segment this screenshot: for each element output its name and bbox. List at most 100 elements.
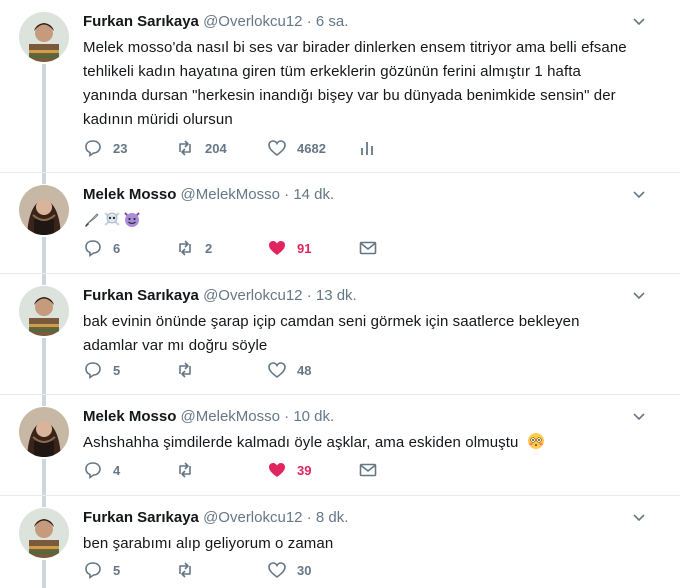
avatar-furkan[interactable] xyxy=(19,286,69,336)
display-name[interactable]: Furkan Sarıkaya xyxy=(83,509,199,526)
timestamp[interactable]: 8 dk. xyxy=(316,509,349,526)
tweet-text-line: kadının müridi olursun xyxy=(83,111,233,128)
reply-icon xyxy=(85,562,101,580)
username[interactable]: @Overlokcu12 xyxy=(203,13,302,30)
thread-connector-line xyxy=(42,496,46,507)
retweet-button[interactable]: 204 xyxy=(175,136,227,160)
display-name[interactable]: Furkan Sarıkaya xyxy=(83,13,199,30)
username[interactable]: @Overlokcu12 xyxy=(203,287,302,304)
reply-count: 5 xyxy=(113,562,121,578)
direct-message-button[interactable] xyxy=(358,236,378,260)
thread-connector-line xyxy=(42,338,46,394)
reply-icon xyxy=(85,362,101,380)
username[interactable]: @Overlokcu12 xyxy=(203,509,302,526)
like-button[interactable]: 4682 xyxy=(267,136,326,160)
thread-connector-line xyxy=(42,173,46,184)
like-button[interactable]: 39 xyxy=(267,458,311,482)
tweet-text: ben şarabımı alıp geliyorum o zaman xyxy=(83,532,653,556)
retweet-button[interactable]: 2 xyxy=(175,236,212,260)
reply-button[interactable]: 23 xyxy=(83,136,127,160)
avatar-melek[interactable] xyxy=(19,407,69,457)
tweet-4[interactable]: Melek Mosso @MelekMosso · 10 dk. Ashshah… xyxy=(0,395,680,495)
retweet-icon xyxy=(179,240,191,256)
tweet-actions: 5 48 xyxy=(83,358,503,382)
retweet-count: 204 xyxy=(205,140,227,156)
timestamp[interactable]: 13 dk. xyxy=(316,287,357,304)
tweet-text-line: yanında dursan "herkesin inandığı bişey … xyxy=(83,87,616,104)
heart-icon xyxy=(268,562,286,579)
username[interactable]: @MelekMosso xyxy=(181,408,280,425)
retweet-count: 2 xyxy=(205,240,213,256)
tweet-actions: 6 2 91 xyxy=(83,236,503,260)
chevron-down-icon[interactable] xyxy=(632,510,646,524)
tweet-text-line: tehlikeli kadın hayatına giren tüm erkek… xyxy=(83,63,581,80)
tweet-text xyxy=(83,209,653,233)
retweet-button[interactable] xyxy=(175,358,195,382)
reply-count: 4 xyxy=(113,462,121,478)
thread-connector-line xyxy=(42,237,46,273)
analytics-icon xyxy=(361,142,373,155)
tweet-3[interactable]: Furkan Sarıkaya @Overlokcu12 · 13 dk. ba… xyxy=(0,274,680,394)
smiling-imp-emoji xyxy=(124,212,140,227)
separator-dot: · xyxy=(284,408,290,425)
reply-button[interactable]: 5 xyxy=(83,558,120,582)
thread-connector-line xyxy=(42,274,46,285)
tweet-text: Ashshahha şimdilerde kalmadı öyle aşklar… xyxy=(83,431,653,455)
conversation-thread: Furkan Sarıkaya @Overlokcu12 · 6 sa. Mel… xyxy=(0,0,680,588)
display-name[interactable]: Furkan Sarıkaya xyxy=(83,287,199,304)
flushed-face-emoji xyxy=(527,433,544,449)
reply-button[interactable]: 4 xyxy=(83,458,120,482)
thread-connector-line xyxy=(42,459,46,495)
avatar-melek[interactable] xyxy=(19,185,69,235)
tweet-text: bak evinin önünde şarap içip camdan seni… xyxy=(83,310,653,358)
timestamp[interactable]: 6 sa. xyxy=(316,13,349,30)
thread-connector-line xyxy=(42,395,46,406)
tweet-1[interactable]: Furkan Sarıkaya @Overlokcu12 · 6 sa. Mel… xyxy=(0,0,680,172)
timestamp[interactable]: 14 dk. xyxy=(293,186,334,203)
chevron-down-icon[interactable] xyxy=(632,14,646,28)
like-button[interactable]: 48 xyxy=(267,358,311,382)
skull-crossbones-emoji xyxy=(104,212,120,226)
chevron-down-icon[interactable] xyxy=(632,187,646,201)
analytics-button[interactable] xyxy=(358,136,378,160)
chevron-down-icon[interactable] xyxy=(632,409,646,423)
tweet-actions: 23 204 4682 xyxy=(83,136,503,160)
username[interactable]: @MelekMosso xyxy=(181,186,280,203)
direct-message-button[interactable] xyxy=(358,458,378,482)
thread-connector-line xyxy=(42,560,46,588)
heart-icon xyxy=(268,362,286,379)
display-name[interactable]: Melek Mosso xyxy=(83,408,176,425)
envelope-icon xyxy=(359,463,377,477)
avatar-furkan[interactable] xyxy=(19,508,69,558)
tweet-header: Furkan Sarıkaya @Overlokcu12 · 6 sa. xyxy=(83,12,640,32)
retweet-button[interactable] xyxy=(175,558,195,582)
retweet-button[interactable] xyxy=(175,458,195,482)
retweet-icon xyxy=(179,462,191,478)
tweet-header: Furkan Sarıkaya @Overlokcu12 · 8 dk. xyxy=(83,508,640,528)
envelope-icon xyxy=(359,241,377,255)
avatar-furkan[interactable] xyxy=(19,12,69,62)
reply-icon xyxy=(85,462,101,480)
reply-button[interactable]: 5 xyxy=(83,358,120,382)
display-name[interactable]: Melek Mosso xyxy=(83,186,176,203)
retweet-icon xyxy=(179,362,191,378)
tweet-text-line: ben şarabımı alıp geliyorum o zaman xyxy=(83,535,334,552)
separator-dot: · xyxy=(306,509,312,526)
like-count: 30 xyxy=(297,562,312,578)
tweet-text-line: adamlar var mı doğru söyle xyxy=(83,337,268,354)
tweet-2[interactable]: Melek Mosso @MelekMosso · 14 dk. 6 2 91 xyxy=(0,173,680,273)
like-button[interactable]: 30 xyxy=(267,558,311,582)
timestamp[interactable]: 10 dk. xyxy=(293,408,334,425)
reply-count: 23 xyxy=(113,140,128,156)
reply-button[interactable]: 6 xyxy=(83,236,120,260)
tweet-5[interactable]: Furkan Sarıkaya @Overlokcu12 · 8 dk. ben… xyxy=(0,496,680,588)
tweet-actions: 4 39 xyxy=(83,458,503,482)
like-count: 39 xyxy=(297,462,312,478)
like-count: 4682 xyxy=(297,140,326,156)
tweet-text: Melek mosso'da nasıl bi ses var birader … xyxy=(83,36,653,132)
retweet-icon xyxy=(179,140,191,156)
like-button[interactable]: 91 xyxy=(267,236,311,260)
chevron-down-icon[interactable] xyxy=(632,288,646,302)
reply-count: 6 xyxy=(113,240,121,256)
tweet-actions: 5 30 xyxy=(83,558,503,582)
